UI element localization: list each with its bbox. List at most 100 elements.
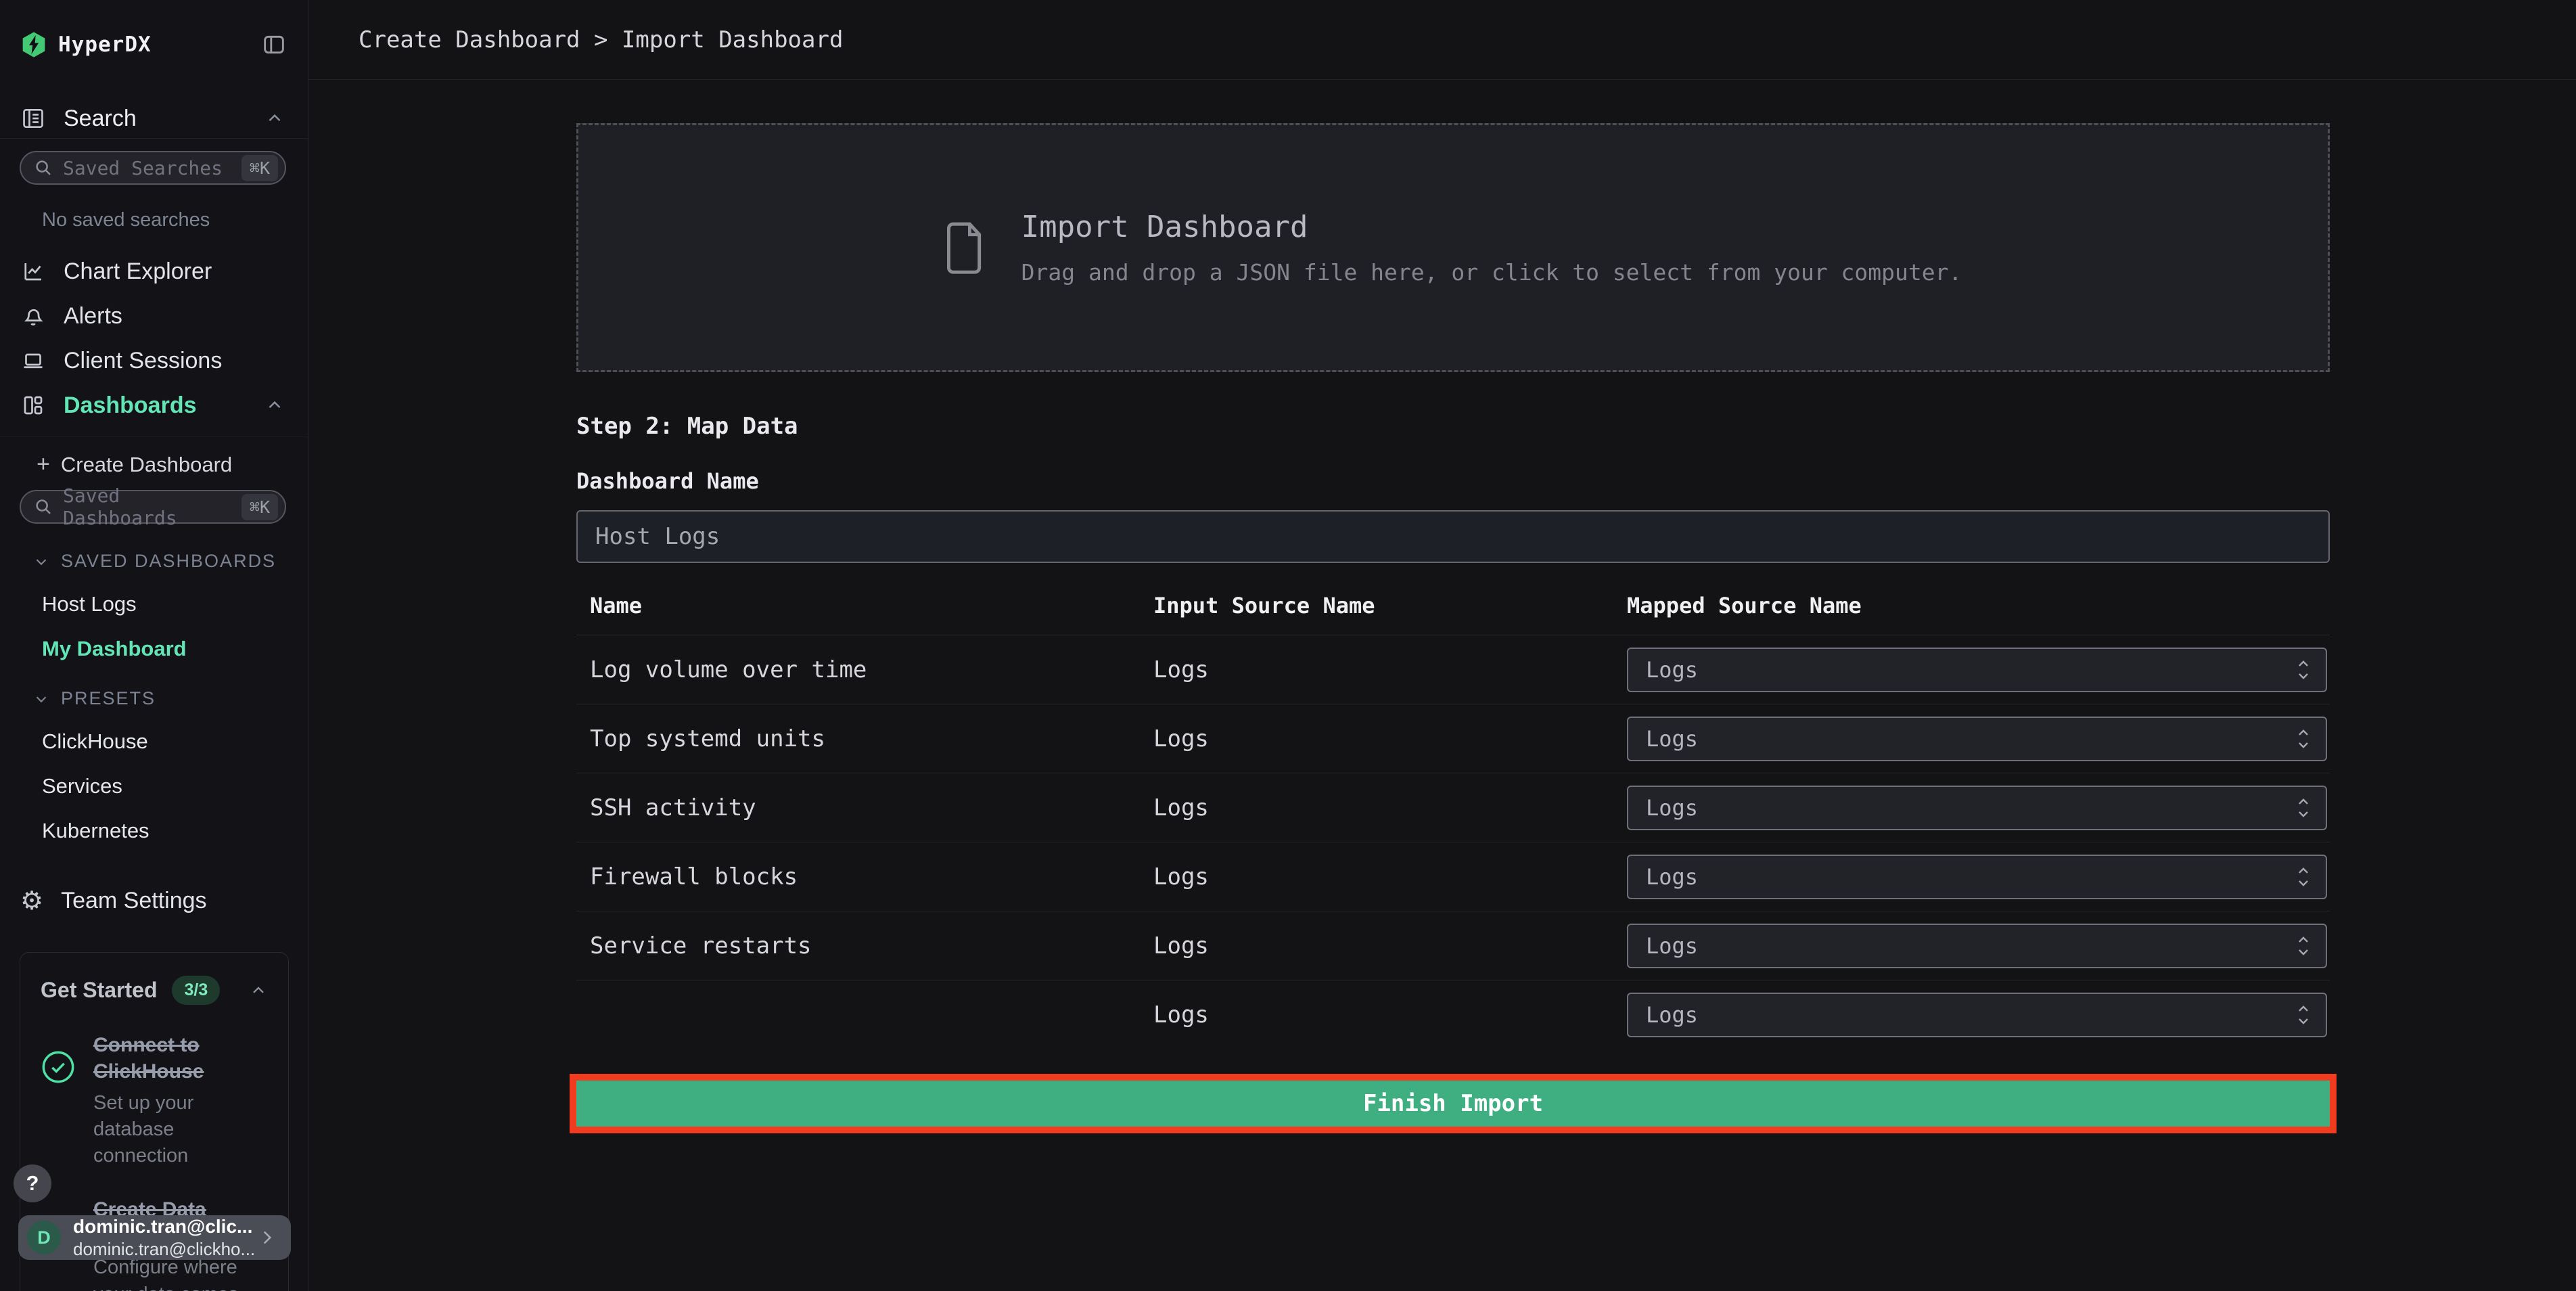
dashboards-icon	[20, 393, 46, 417]
sidebar-item-team-settings[interactable]: ⚙ Team Settings	[20, 888, 308, 914]
chevron-down-icon	[32, 553, 50, 570]
dashboard-name-label: Dashboard Name	[576, 468, 759, 494]
finish-import-button[interactable]: Finish Import	[576, 1081, 2330, 1127]
table-row: SSH activity Logs Logs	[576, 773, 2330, 842]
user-info: dominic.tran@clic... dominic.tran@clickh…	[73, 1216, 255, 1260]
saved-searches-input[interactable]: Saved Searches ⌘K	[20, 151, 286, 185]
progress-badge: 3/3	[172, 976, 221, 1005]
user-menu[interactable]: D dominic.tran@clic... dominic.tran@clic…	[18, 1215, 291, 1260]
saved-searches-placeholder: Saved Searches	[63, 156, 223, 179]
table-row: Service restarts Logs Logs	[576, 911, 2330, 980]
topbar: Create Dashboard > Import Dashboard	[308, 0, 2576, 80]
gear-icon: ⚙	[20, 886, 44, 915]
select-chevrons-icon	[2295, 658, 2312, 681]
select-chevrons-icon	[2295, 796, 2312, 819]
select-value: Logs	[1646, 932, 1699, 959]
row-name: Log volume over time	[590, 656, 867, 683]
sidebar-item-dashboards[interactable]: Dashboards	[0, 383, 308, 428]
json-dropzone[interactable]: Import Dashboard Drag and drop a JSON fi…	[576, 123, 2330, 372]
select-value: Logs	[1646, 794, 1699, 821]
mapping-table: Name Input Source Name Mapped Source Nam…	[576, 593, 2330, 1049]
sidebar-nav: Chart Explorer Alerts Client Sessions Da…	[0, 249, 308, 428]
chart-explorer-icon	[20, 259, 46, 284]
kbd-shortcut: ⌘K	[241, 154, 278, 181]
chevron-up-icon	[264, 395, 285, 415]
main-area: Create Dashboard > Import Dashboard Impo…	[308, 0, 2576, 1291]
mapped-source-select[interactable]: Logs	[1627, 716, 2327, 761]
check-circle-icon	[41, 1049, 77, 1169]
row-input-source: Logs	[1153, 932, 1209, 959]
team-settings-label: Team Settings	[61, 888, 207, 913]
section-label: SAVED DASHBOARDS	[61, 551, 277, 571]
nav-label: Dashboards	[64, 392, 197, 418]
mapped-source-select[interactable]: Logs	[1627, 785, 2327, 830]
get-started-item-desc: Configure where your data comes from	[93, 1256, 238, 1291]
row-input-source: Logs	[1153, 863, 1209, 890]
dashboard-name-input[interactable]: Host Logs	[576, 510, 2330, 563]
mapped-source-select[interactable]: Logs	[1627, 647, 2327, 692]
laptop-icon	[20, 348, 46, 373]
dropzone-title: Import Dashboard	[1021, 210, 1308, 244]
table-row: Firewall blocks Logs Logs	[576, 842, 2330, 911]
sidebar-item-kubernetes[interactable]: Kubernetes	[42, 819, 308, 843]
chevron-up-icon	[249, 981, 268, 1000]
app-root: HyperDX Search Saved Searches ⌘K No save…	[0, 0, 2576, 1291]
saved-dashboards-input[interactable]: Saved Dashboards ⌘K	[20, 484, 286, 529]
row-name: Firewall blocks	[590, 863, 798, 890]
avatar: D	[27, 1221, 61, 1254]
import-content: Import Dashboard Drag and drop a JSON fi…	[308, 80, 2576, 1133]
select-value: Logs	[1646, 863, 1699, 890]
sidebar-item-host-logs[interactable]: Host Logs	[42, 592, 308, 616]
no-saved-searches-note: No saved searches	[42, 209, 210, 231]
sidebar-item-alerts[interactable]: Alerts	[0, 294, 308, 338]
table-row: Logs Logs	[576, 980, 2330, 1049]
column-header-name: Name	[590, 593, 643, 618]
sidebar-section-search[interactable]: Search	[0, 99, 308, 138]
table-row: Top systemd units Logs Logs	[576, 704, 2330, 773]
nav-label: Client Sessions	[64, 347, 223, 373]
presets-section[interactable]: PRESETS	[32, 688, 308, 709]
select-value: Logs	[1646, 656, 1699, 683]
brand-title: HyperDX	[58, 32, 152, 57]
mapped-source-select[interactable]: Logs	[1627, 854, 2327, 899]
row-name: SSH activity	[590, 794, 756, 821]
sidebar-item-clickhouse[interactable]: ClickHouse	[42, 729, 308, 754]
dropzone-inner: Import Dashboard Drag and drop a JSON fi…	[944, 210, 1962, 286]
user-email: dominic.tran@clickho...	[73, 1238, 256, 1259]
help-button[interactable]: ?	[14, 1164, 51, 1202]
nav-label: Chart Explorer	[64, 258, 212, 284]
chevron-down-icon	[32, 690, 50, 708]
sidebar-item-services[interactable]: Services	[42, 774, 308, 798]
mapped-source-select[interactable]: Logs	[1627, 923, 2327, 968]
chevron-right-icon	[256, 1226, 279, 1249]
chevron-up-icon	[264, 108, 285, 129]
bell-icon	[20, 304, 46, 328]
sidebar-divider	[0, 138, 308, 139]
row-input-source: Logs	[1153, 725, 1209, 752]
sidebar-item-client-sessions[interactable]: Client Sessions	[0, 338, 308, 383]
get-started-item-title: Connect to ClickHouse	[93, 1034, 204, 1083]
dropzone-subtitle: Drag and drop a JSON file here, or click…	[1021, 259, 1962, 286]
search-section-icon	[20, 106, 46, 131]
get-started-item-connect[interactable]: Connect to ClickHouse Set up your databa…	[41, 1032, 268, 1169]
step-title: Step 2: Map Data	[576, 413, 798, 440]
row-input-source: Logs	[1153, 1001, 1209, 1028]
search-section-label: Search	[64, 105, 137, 131]
logo-row: HyperDX	[0, 0, 308, 60]
column-header-input-source: Input Source Name	[1153, 593, 1375, 618]
sidebar-item-my-dashboard[interactable]: My Dashboard	[42, 637, 308, 661]
get-started-header[interactable]: Get Started 3/3	[41, 976, 268, 1005]
plus-icon: +	[37, 451, 50, 477]
create-dashboard-button[interactable]: + Create Dashboard	[37, 451, 308, 478]
get-started-item-body: Connect to ClickHouse Set up your databa…	[93, 1032, 268, 1169]
select-value: Logs	[1646, 1002, 1699, 1028]
sidebar-collapse-icon[interactable]	[260, 31, 288, 58]
file-icon	[944, 219, 986, 276]
select-chevrons-icon	[2295, 727, 2312, 750]
saved-dashboards-section[interactable]: SAVED DASHBOARDS	[32, 551, 308, 572]
select-chevrons-icon	[2295, 865, 2312, 888]
mapped-source-select[interactable]: Logs	[1627, 993, 2327, 1037]
saved-dashboards-placeholder: Saved Dashboards	[63, 484, 177, 529]
get-started-item-desc: Set up your database connection	[93, 1092, 194, 1167]
sidebar-item-chart-explorer[interactable]: Chart Explorer	[0, 249, 308, 294]
